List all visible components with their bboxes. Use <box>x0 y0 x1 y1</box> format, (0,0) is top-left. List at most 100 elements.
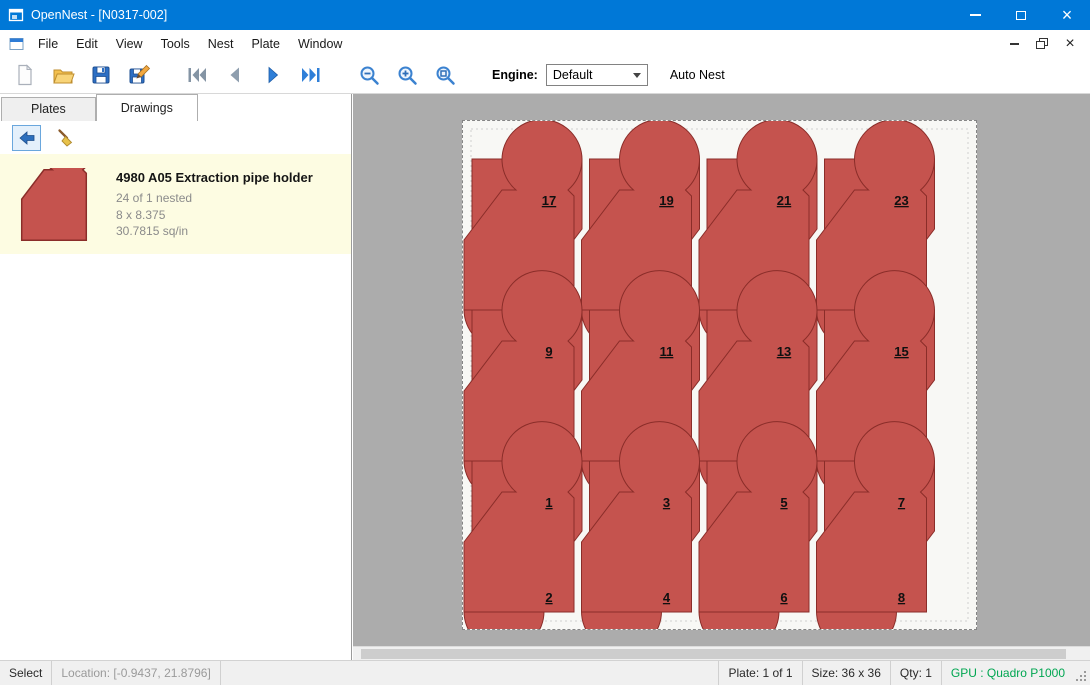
part-number-label: 8 <box>898 590 905 605</box>
part-number-label: 2 <box>545 590 552 605</box>
status-mode: Select <box>0 661 52 685</box>
zoom-out-icon <box>357 63 381 87</box>
auto-nest-button[interactable]: Auto Nest <box>670 68 725 82</box>
tab-plates[interactable]: Plates <box>1 97 96 121</box>
sidebar: Plates Drawings <box>0 94 352 660</box>
menu-nest[interactable]: Nest <box>199 30 243 57</box>
tab-drawings[interactable]: Drawings <box>96 94 198 121</box>
mdi-close-button[interactable]: × <box>1058 34 1082 54</box>
minimize-button[interactable] <box>952 0 998 30</box>
status-qty: Qty: 1 <box>890 661 941 685</box>
menu-window[interactable]: Window <box>289 30 351 57</box>
main-toolbar: Engine: Default Auto Nest <box>0 57 1090 94</box>
resize-grip[interactable] <box>1074 661 1090 685</box>
close-icon: × <box>1062 6 1073 24</box>
save-as-button[interactable] <box>120 59 158 92</box>
part-number-label: 9 <box>545 344 552 359</box>
nav-previous-icon <box>223 63 247 87</box>
statusbar: Select Location: [-0.9437, 21.8796] Plat… <box>0 660 1090 685</box>
chevron-down-icon <box>633 73 641 78</box>
new-button[interactable] <box>6 59 44 92</box>
menu-plate[interactable]: Plate <box>242 30 289 57</box>
zoom-in-icon <box>395 63 419 87</box>
part-number-label: 7 <box>898 495 905 510</box>
mdi-close-icon: × <box>1065 36 1074 52</box>
zoom-fit-button[interactable] <box>426 59 464 92</box>
return-part-button[interactable] <box>12 125 41 151</box>
scrollbar-thumb[interactable] <box>361 649 1066 659</box>
drawings-toolbar <box>0 121 351 154</box>
document-window-icon <box>9 37 24 51</box>
zoom-out-button[interactable] <box>350 59 388 92</box>
app-window: OpenNest - [N0317-002] × File Edit View … <box>0 0 1090 685</box>
mdi-minimize-icon <box>1010 43 1019 45</box>
plate: 171819202122232491011121314151612345678 <box>462 120 977 630</box>
status-gpu: GPU : Quadro P1000 <box>941 661 1074 685</box>
maximize-icon <box>1016 11 1026 20</box>
blue-arrow-left-icon <box>17 128 37 148</box>
previous-plate-button[interactable] <box>216 59 254 92</box>
part-thumbnail <box>8 164 100 242</box>
save-as-icon <box>127 63 151 87</box>
maximize-button[interactable] <box>998 0 1044 30</box>
zoom-in-button[interactable] <box>388 59 426 92</box>
part-number-label: 23 <box>894 193 908 208</box>
status-location: Location: [-0.9437, 21.8796] <box>52 661 220 685</box>
part-number-label: 3 <box>663 495 670 510</box>
engine-dropdown[interactable]: Default <box>546 64 648 86</box>
last-plate-button[interactable] <box>292 59 330 92</box>
part-number-label: 19 <box>659 193 673 208</box>
part-number-label: 11 <box>660 344 674 359</box>
drawing-title: 4980 A05 Extraction pipe holder <box>116 170 313 185</box>
nav-first-icon <box>185 63 209 87</box>
titlebar: OpenNest - [N0317-002] × <box>0 0 1090 30</box>
clear-nest-button[interactable] <box>50 125 79 151</box>
menu-file[interactable]: File <box>29 30 67 57</box>
part-number-label: 6 <box>780 590 787 605</box>
window-title: OpenNest - [N0317-002] <box>31 8 167 22</box>
part-number-label: 17 <box>542 193 556 208</box>
menu-view[interactable]: View <box>107 30 152 57</box>
menu-tools[interactable]: Tools <box>152 30 199 57</box>
save-button[interactable] <box>82 59 120 92</box>
close-button[interactable]: × <box>1044 0 1090 30</box>
open-folder-icon <box>51 63 75 87</box>
part-number-label: 5 <box>780 495 787 510</box>
drawing-nested-count: 24 of 1 nested <box>116 190 313 207</box>
status-plate: Plate: 1 of 1 <box>718 661 801 685</box>
drawing-list: 4980 A05 Extraction pipe holder 24 of 1 … <box>0 154 351 660</box>
menu-edit[interactable]: Edit <box>67 30 107 57</box>
drawing-area: 30.7815 sq/in <box>116 223 313 240</box>
tabstrip: Plates Drawings <box>0 94 351 121</box>
app-icon <box>8 7 24 23</box>
new-file-icon <box>13 63 37 87</box>
engine-value: Default <box>553 68 593 82</box>
nav-next-icon <box>261 63 285 87</box>
save-icon <box>89 63 113 87</box>
drawing-list-item[interactable]: 4980 A05 Extraction pipe holder 24 of 1 … <box>0 154 351 254</box>
nest-canvas[interactable]: 171819202122232491011121314151612345678 <box>353 94 1090 660</box>
part-number-label: 13 <box>777 344 791 359</box>
mdi-restore-button[interactable] <box>1030 34 1054 54</box>
mdi-minimize-button[interactable] <box>1002 34 1026 54</box>
zoom-fit-icon <box>433 63 457 87</box>
open-button[interactable] <box>44 59 82 92</box>
drawing-size: 8 x 8.375 <box>116 207 313 224</box>
status-spacer <box>221 661 719 685</box>
resize-grip-icon <box>1076 671 1088 683</box>
part-number-label: 1 <box>545 495 552 510</box>
first-plate-button[interactable] <box>178 59 216 92</box>
broom-icon <box>55 128 75 148</box>
part-number-label: 15 <box>894 344 908 359</box>
next-plate-button[interactable] <box>254 59 292 92</box>
part-number-label: 4 <box>663 590 671 605</box>
mdi-restore-icon <box>1036 38 1048 49</box>
horizontal-scrollbar[interactable] <box>353 646 1090 660</box>
minimize-icon <box>970 14 981 16</box>
status-size: Size: 36 x 36 <box>802 661 890 685</box>
engine-label: Engine: <box>492 68 538 82</box>
menubar: File Edit View Tools Nest Plate Window × <box>0 30 1090 57</box>
part-number-label: 21 <box>777 193 791 208</box>
nav-last-icon <box>299 63 323 87</box>
drawing-info: 4980 A05 Extraction pipe holder 24 of 1 … <box>116 164 313 242</box>
